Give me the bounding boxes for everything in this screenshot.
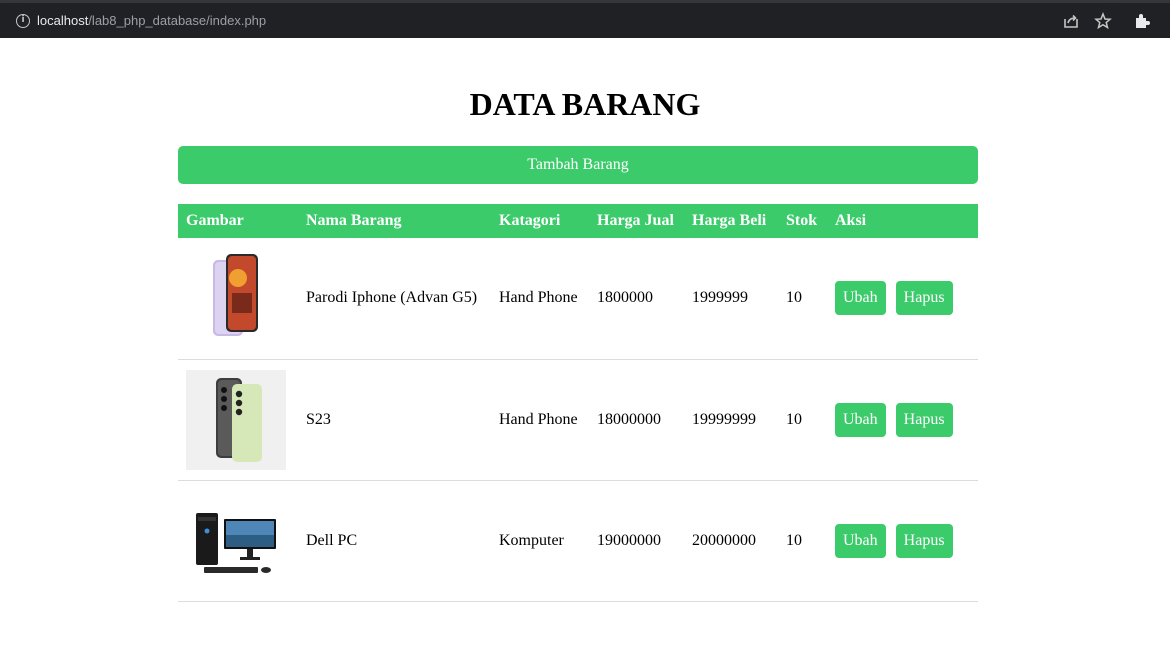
item-name: S23 — [298, 359, 491, 481]
site-info-icon[interactable]: i — [16, 14, 30, 28]
item-name: Dell PC — [298, 480, 491, 602]
bookmark-star-icon[interactable] — [1094, 12, 1112, 30]
item-harga-jual: 19000000 — [589, 480, 684, 602]
item-harga-beli: 19999999 — [684, 359, 778, 481]
url-text[interactable]: localhost/lab8_php_database/index.php — [37, 13, 266, 28]
table-row: S23 Hand Phone 18000000 19999999 10 Ubah… — [178, 359, 978, 481]
table-header-row: Gambar Nama Barang Katagori Harga Jual H… — [178, 204, 978, 238]
header-stok: Stok — [786, 212, 818, 229]
browser-toolbar: i localhost/lab8_php_database/index.php — [0, 0, 1170, 38]
page-title: DATA BARANG — [469, 86, 701, 122]
edit-button[interactable]: Ubah — [835, 281, 886, 316]
header-aksi: Aksi — [835, 212, 867, 229]
image-cell — [178, 238, 298, 360]
actions-cell: Ubah Hapus — [827, 359, 978, 481]
phone-s23-image — [186, 369, 286, 470]
header-harga-beli: Harga Beli — [692, 212, 767, 229]
url-path: /lab8_php_database/index.php — [88, 13, 267, 28]
header-gambar: Gambar — [186, 212, 244, 229]
items-table: Gambar Nama Barang Katagori Harga Jual H… — [178, 204, 978, 602]
url-host: localhost — [37, 13, 89, 28]
item-category: Hand Phone — [491, 238, 589, 360]
image-cell — [178, 480, 298, 602]
delete-button[interactable]: Hapus — [895, 523, 953, 558]
table-row: Parodi Iphone (Advan G5) Hand Phone 1800… — [178, 238, 978, 360]
phone-advan-g5-image — [186, 248, 286, 349]
share-icon[interactable] — [1062, 12, 1080, 30]
delete-button[interactable]: Hapus — [895, 281, 953, 316]
item-harga-jual: 1800000 — [589, 238, 684, 360]
item-harga-beli: 1999999 — [684, 238, 778, 360]
edit-button[interactable]: Ubah — [835, 523, 886, 558]
extensions-icon[interactable] — [1133, 12, 1151, 30]
delete-button[interactable]: Hapus — [895, 402, 953, 437]
item-harga-jual: 18000000 — [589, 359, 684, 481]
header-harga-jual: Harga Jual — [597, 212, 674, 229]
actions-cell: Ubah Hapus — [827, 480, 978, 602]
dell-pc-image — [186, 490, 286, 591]
item-category: Komputer — [491, 480, 589, 602]
item-harga-beli: 20000000 — [684, 480, 778, 602]
item-stok: 10 — [778, 238, 827, 360]
item-stok: 10 — [778, 359, 827, 481]
table-row: Dell PC Komputer 19000000 20000000 10 Ub… — [178, 480, 978, 602]
header-katagori: Katagori — [499, 212, 561, 229]
edit-button[interactable]: Ubah — [835, 402, 886, 437]
header-nama-barang: Nama Barang — [306, 212, 402, 229]
item-name: Parodi Iphone (Advan G5) — [298, 238, 491, 360]
add-item-button[interactable]: Tambah Barang — [178, 146, 978, 184]
address-bar[interactable]: i localhost/lab8_php_database/index.php — [4, 7, 1124, 35]
image-cell — [178, 359, 298, 481]
item-category: Hand Phone — [491, 359, 589, 481]
actions-cell: Ubah Hapus — [827, 238, 978, 360]
item-stok: 10 — [778, 480, 827, 602]
